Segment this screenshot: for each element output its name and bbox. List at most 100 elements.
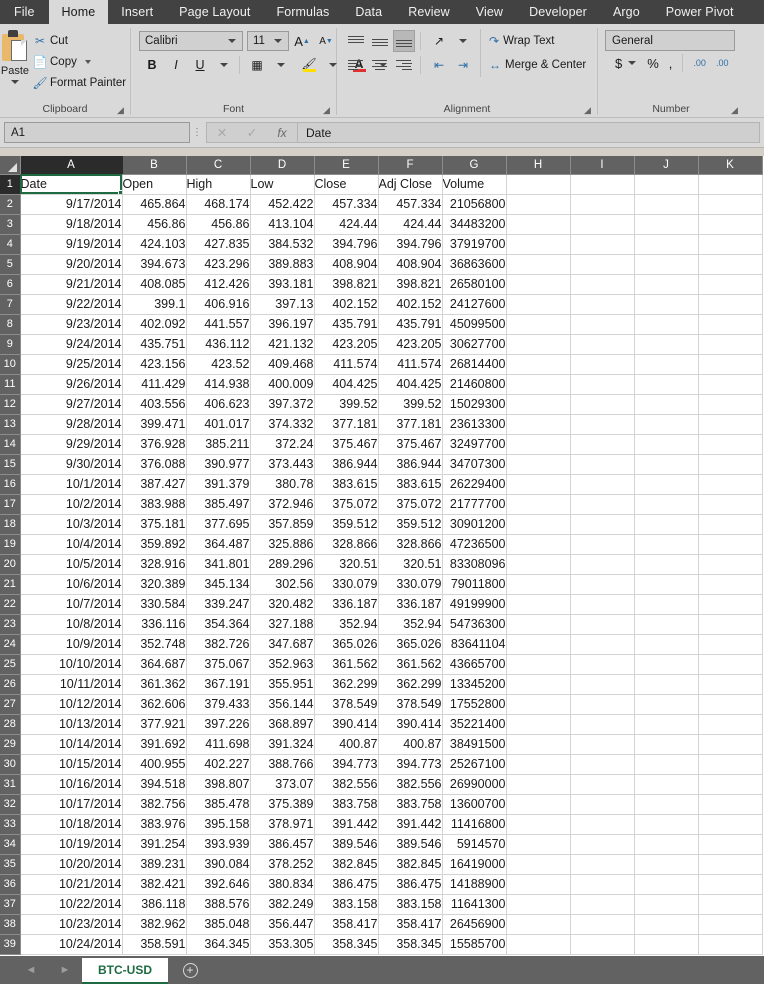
row-header-3[interactable]: 3: [0, 214, 21, 235]
ribbon-tab-home[interactable]: Home: [48, 0, 109, 24]
cell-A14[interactable]: 9/29/2014: [20, 434, 123, 455]
row-header-22[interactable]: 22: [0, 594, 21, 615]
cell-F15[interactable]: 386.944: [378, 454, 443, 475]
cell-B19[interactable]: 359.892: [122, 534, 187, 555]
cell-B20[interactable]: 328.916: [122, 554, 187, 575]
cell-G29[interactable]: 38491500: [442, 734, 507, 755]
cell-I17[interactable]: [570, 494, 635, 515]
cell-J27[interactable]: [634, 694, 699, 715]
column-header-a[interactable]: A: [20, 156, 123, 175]
cell-I30[interactable]: [570, 754, 635, 775]
ribbon-tab-page-layout[interactable]: Page Layout: [166, 0, 263, 24]
orientation-dropdown[interactable]: [452, 30, 474, 52]
cell-I8[interactable]: [570, 314, 635, 335]
cell-H19[interactable]: [506, 534, 571, 555]
cell-K32[interactable]: [698, 794, 763, 815]
cell-D17[interactable]: 372.946: [250, 494, 315, 515]
cell-F8[interactable]: 435.791: [378, 314, 443, 335]
row-header-6[interactable]: 6: [0, 274, 21, 295]
cell-K9[interactable]: [698, 334, 763, 355]
cell-G12[interactable]: 15029300: [442, 394, 507, 415]
row-header-26[interactable]: 26: [0, 674, 21, 695]
cell-I7[interactable]: [570, 294, 635, 315]
cell-B7[interactable]: 399.1: [122, 294, 187, 315]
cell-J37[interactable]: [634, 894, 699, 915]
cell-G2[interactable]: 21056800: [442, 194, 507, 215]
cell-B33[interactable]: 383.976: [122, 814, 187, 835]
cell-F2[interactable]: 457.334: [378, 194, 443, 215]
cell-J8[interactable]: [634, 314, 699, 335]
cell-B26[interactable]: 361.362: [122, 674, 187, 695]
cell-G21[interactable]: 79011800: [442, 574, 507, 595]
cell-J1[interactable]: [634, 174, 699, 195]
cell-A13[interactable]: 9/28/2014: [20, 414, 123, 435]
cell-B31[interactable]: 394.518: [122, 774, 187, 795]
ribbon-tab-review[interactable]: Review: [395, 0, 463, 24]
cell-K24[interactable]: [698, 634, 763, 655]
cell-D38[interactable]: 356.447: [250, 914, 315, 935]
borders-button[interactable]: ▦: [246, 54, 268, 76]
cell-F34[interactable]: 389.546: [378, 834, 443, 855]
sheet-tab-btc-usd[interactable]: BTC-USD: [82, 958, 168, 984]
cell-G38[interactable]: 26456900: [442, 914, 507, 935]
ribbon-tab-insert[interactable]: Insert: [108, 0, 166, 24]
cell-E13[interactable]: 377.181: [314, 414, 379, 435]
cell-K2[interactable]: [698, 194, 763, 215]
column-header-f[interactable]: F: [378, 156, 443, 175]
comma-format-button[interactable]: ,: [664, 56, 678, 71]
cell-J11[interactable]: [634, 374, 699, 395]
cell-H2[interactable]: [506, 194, 571, 215]
cell-K21[interactable]: [698, 574, 763, 595]
cell-J26[interactable]: [634, 674, 699, 695]
cell-K18[interactable]: [698, 514, 763, 535]
cell-I37[interactable]: [570, 894, 635, 915]
cell-B35[interactable]: 389.231: [122, 854, 187, 875]
cell-B10[interactable]: 423.156: [122, 354, 187, 375]
cell-D1[interactable]: Low: [250, 174, 315, 195]
cell-K29[interactable]: [698, 734, 763, 755]
column-header-i[interactable]: I: [570, 156, 635, 175]
cell-I32[interactable]: [570, 794, 635, 815]
cell-J18[interactable]: [634, 514, 699, 535]
ribbon-tab-developer[interactable]: Developer: [516, 0, 600, 24]
cell-F21[interactable]: 330.079: [378, 574, 443, 595]
cell-H21[interactable]: [506, 574, 571, 595]
row-header-39[interactable]: 39: [0, 934, 21, 955]
row-header-31[interactable]: 31: [0, 774, 21, 795]
cell-K33[interactable]: [698, 814, 763, 835]
cell-I34[interactable]: [570, 834, 635, 855]
confirm-edit-button[interactable]: ✓: [237, 125, 267, 140]
cell-D4[interactable]: 384.532: [250, 234, 315, 255]
cell-J17[interactable]: [634, 494, 699, 515]
cell-I14[interactable]: [570, 434, 635, 455]
row-header-25[interactable]: 25: [0, 654, 21, 675]
cell-E18[interactable]: 359.512: [314, 514, 379, 535]
cell-C1[interactable]: High: [186, 174, 251, 195]
row-header-38[interactable]: 38: [0, 914, 21, 935]
cell-E21[interactable]: 330.079: [314, 574, 379, 595]
cell-H36[interactable]: [506, 874, 571, 895]
cell-K36[interactable]: [698, 874, 763, 895]
cell-H13[interactable]: [506, 414, 571, 435]
cell-K13[interactable]: [698, 414, 763, 435]
cell-I21[interactable]: [570, 574, 635, 595]
cell-I12[interactable]: [570, 394, 635, 415]
cell-G18[interactable]: 30901200: [442, 514, 507, 535]
cell-C18[interactable]: 377.695: [186, 514, 251, 535]
cell-F17[interactable]: 375.072: [378, 494, 443, 515]
cell-E30[interactable]: 394.773: [314, 754, 379, 775]
cell-C16[interactable]: 391.379: [186, 474, 251, 495]
row-header-36[interactable]: 36: [0, 874, 21, 895]
ribbon-tab-view[interactable]: View: [463, 0, 516, 24]
accounting-format-button[interactable]: $: [610, 56, 627, 71]
cell-E10[interactable]: 411.574: [314, 354, 379, 375]
cell-C11[interactable]: 414.938: [186, 374, 251, 395]
cell-D2[interactable]: 452.422: [250, 194, 315, 215]
cell-G3[interactable]: 34483200: [442, 214, 507, 235]
font-name-combo[interactable]: Calibri: [139, 31, 243, 51]
cell-G27[interactable]: 17552800: [442, 694, 507, 715]
cell-K20[interactable]: [698, 554, 763, 575]
cell-G7[interactable]: 24127600: [442, 294, 507, 315]
cell-B4[interactable]: 424.103: [122, 234, 187, 255]
cell-C22[interactable]: 339.247: [186, 594, 251, 615]
